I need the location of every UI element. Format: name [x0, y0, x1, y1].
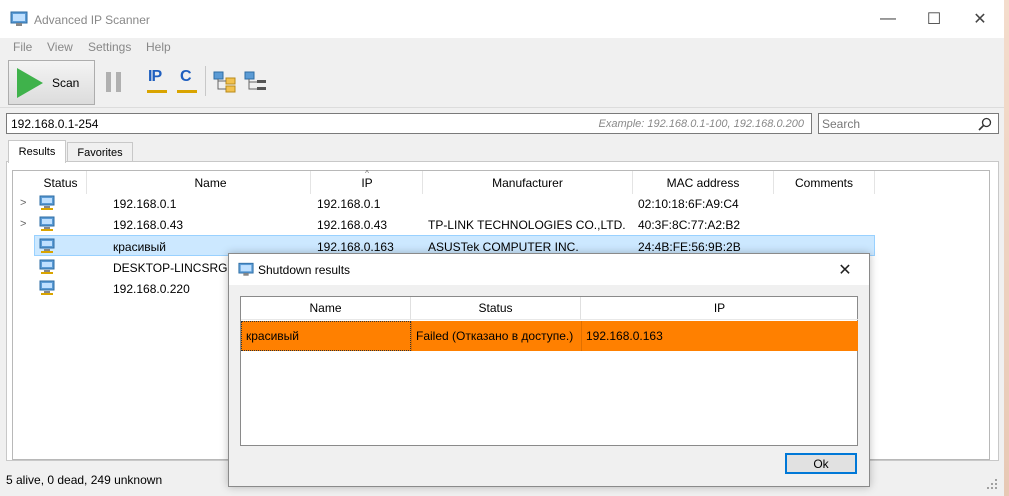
dialog-column-header-ip[interactable]: IP — [581, 297, 858, 320]
menu-help[interactable]: Help — [146, 40, 171, 54]
row-name: 192.168.0.220 — [113, 282, 190, 296]
computer-icon — [39, 195, 55, 210]
toolbar-divider — [205, 66, 206, 96]
row-ip: 192.168.0.163 — [317, 240, 394, 254]
scan-status-text: 5 alive, 0 dead, 249 unknown — [6, 473, 163, 487]
row-mac: 24:4B:FE:56:9B:2B — [638, 240, 741, 254]
row-name: DESKTOP-LINCSRG — [113, 261, 228, 275]
close-button[interactable]: ✕ — [957, 0, 1003, 38]
menu-bar: File View Settings Help — [0, 38, 1004, 56]
table-row[interactable]: > 192.168.0.1 192.168.0.1 02:10:18:6F:A9… — [13, 193, 875, 214]
ip-scan-button[interactable]: IP — [148, 68, 162, 86]
shutdown-results-table[interactable]: Name Status IP красивый Failed (Отказано… — [240, 296, 858, 446]
computer-icon — [39, 216, 55, 231]
ip-network-icon — [147, 90, 167, 93]
shutdown-results-dialog: Shutdown results ✕ Name Status IP красив… — [228, 253, 870, 487]
result-ip: 192.168.0.163 — [581, 321, 858, 351]
dialog-title-bar: Shutdown results ✕ — [229, 254, 869, 285]
scan-button-label: Scan — [52, 75, 80, 90]
dialog-close-button[interactable]: ✕ — [825, 257, 865, 282]
desktop-background — [1004, 0, 1009, 496]
ip-range-input[interactable]: 192.168.0.1-254 Example: 192.168.0.1-100… — [6, 113, 812, 134]
column-header-name[interactable]: Name — [111, 171, 311, 194]
toolbar: Scan IP C — [0, 56, 1004, 108]
window-title: Advanced IP Scanner — [34, 13, 150, 27]
app-icon — [238, 262, 254, 276]
expand-chevron-icon[interactable]: > — [20, 197, 26, 209]
column-header-status[interactable]: Status — [35, 171, 87, 194]
row-ip: 192.168.0.1 — [317, 197, 381, 211]
search-input[interactable] — [822, 116, 972, 131]
computer-icon — [39, 280, 55, 295]
pause-icon — [106, 72, 111, 92]
result-name: красивый — [241, 321, 411, 351]
row-ip: 192.168.0.43 — [317, 218, 388, 232]
search-box[interactable] — [818, 113, 999, 134]
result-status: Failed (Отказано в доступе.) — [411, 321, 581, 351]
expand-chevron-icon[interactable]: > — [20, 218, 26, 230]
dialog-column-header-name[interactable]: Name — [241, 297, 411, 320]
collapse-all-icon[interactable] — [244, 70, 268, 94]
column-header-comments[interactable]: Comments — [774, 171, 875, 194]
play-icon — [17, 67, 43, 98]
tab-favorites[interactable]: Favorites — [67, 142, 133, 163]
c-network-icon — [177, 90, 197, 93]
row-mac: 40:3F:8C:77:A2:B2 — [638, 218, 741, 232]
pause-icon-bar — [116, 72, 121, 92]
computer-icon — [39, 238, 55, 253]
search-icon[interactable] — [978, 117, 992, 131]
maximize-button[interactable]: ☐ — [911, 0, 957, 38]
table-row-failed[interactable]: красивый Failed (Отказано в доступе.) 19… — [241, 321, 858, 351]
ip-range-example: Example: 192.168.0.1-100, 192.168.0.200 — [598, 118, 805, 130]
dialog-title: Shutdown results — [258, 263, 351, 277]
column-header-manufacturer[interactable]: Manufacturer — [423, 171, 633, 194]
tab-results[interactable]: Results — [8, 140, 66, 163]
column-header-mac[interactable]: MAC address — [633, 171, 774, 194]
row-manufacturer: TP-LINK TECHNOLOGIES CO.,LTD. — [428, 218, 626, 232]
resize-grip-icon[interactable] — [986, 478, 998, 490]
menu-settings[interactable]: Settings — [88, 40, 131, 54]
expand-all-icon[interactable] — [213, 70, 237, 94]
table-row[interactable]: > 192.168.0.43 192.168.0.43 TP-LINK TECH… — [13, 214, 875, 235]
minimize-button[interactable]: — — [865, 0, 911, 38]
ip-range-value: 192.168.0.1-254 — [11, 117, 99, 131]
dialog-column-header-status[interactable]: Status — [411, 297, 581, 320]
pause-button[interactable] — [106, 72, 126, 92]
ok-button[interactable]: Ok — [785, 453, 857, 474]
title-bar: Advanced IP Scanner — ☐ ✕ — [0, 0, 1009, 38]
column-header-ip[interactable]: ^ IP — [312, 169, 423, 194]
menu-view[interactable]: View — [47, 40, 73, 54]
menu-file[interactable]: File — [13, 40, 32, 54]
computer-icon — [39, 259, 55, 274]
sort-ascending-icon: ^ — [365, 169, 369, 178]
row-name: 192.168.0.1 — [113, 197, 177, 211]
app-icon — [10, 11, 28, 26]
row-mac: 02:10:18:6F:A9:C4 — [638, 197, 739, 211]
scan-button[interactable]: Scan — [8, 60, 95, 105]
c-class-scan-button[interactable]: C — [180, 68, 192, 86]
row-manufacturer: ASUSTek COMPUTER INC. — [428, 240, 579, 254]
row-name: красивый — [113, 240, 167, 254]
row-name: 192.168.0.43 — [113, 218, 184, 232]
